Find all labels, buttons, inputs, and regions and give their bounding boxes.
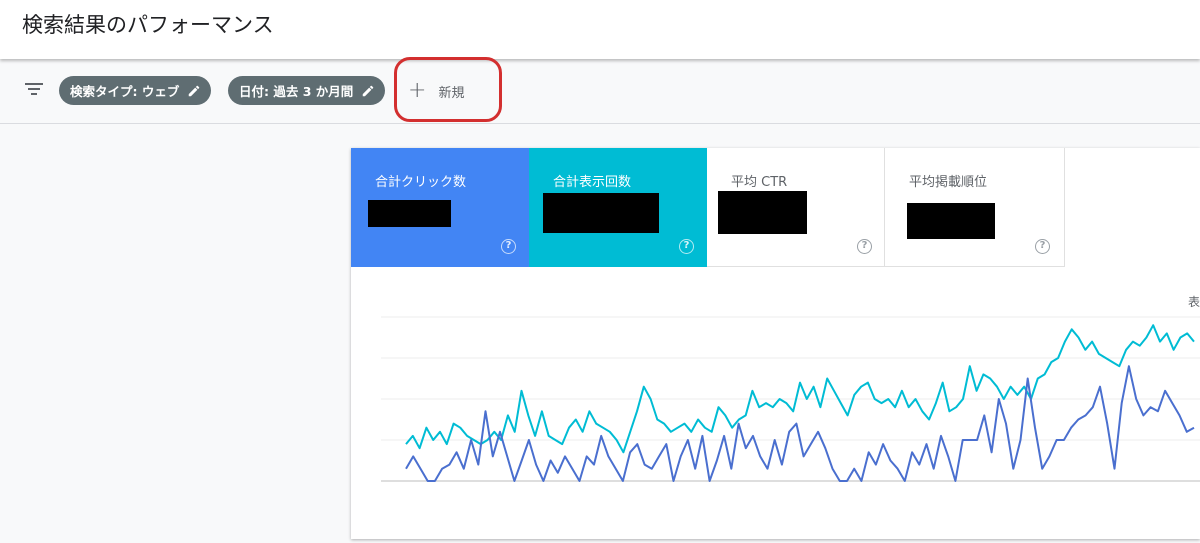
- metric-label: 合計クリック数: [375, 175, 467, 190]
- search-type-filter-chip[interactable]: 検索タイプ: ウェブ: [59, 76, 212, 105]
- metric-label: 平均掲載順位: [909, 175, 988, 190]
- date-filter-chip[interactable]: 日付: 過去 3 か月間: [228, 76, 386, 105]
- metric-average-ctr[interactable]: 平均 CTR ?: [707, 148, 885, 267]
- help-icon[interactable]: ?: [679, 239, 694, 254]
- redacted-value: [718, 191, 807, 234]
- metric-total-clicks[interactable]: 合計クリック数 ?: [351, 148, 529, 267]
- metric-total-impressions[interactable]: 合計表示回数 ?: [529, 148, 707, 267]
- help-icon[interactable]: ?: [1035, 239, 1050, 254]
- redacted-value: [368, 200, 451, 227]
- page-title: 検索結果のパフォーマンス: [22, 13, 274, 37]
- line-chart: [381, 316, 1200, 482]
- edit-icon[interactable]: [361, 84, 375, 98]
- page-header: 検索結果のパフォーマンス: [0, 0, 1200, 59]
- series-line-1: [405, 324, 1195, 454]
- help-icon[interactable]: ?: [857, 239, 872, 254]
- redacted-value: [907, 203, 995, 239]
- chart-legend-fragment: 表: [1187, 295, 1200, 309]
- performance-chart: 表: [351, 267, 1200, 539]
- highlight-annotation: [394, 57, 502, 122]
- help-icon[interactable]: ?: [501, 239, 516, 254]
- metric-label: 合計表示回数: [553, 175, 632, 190]
- metric-average-position[interactable]: 平均掲載順位 ?: [885, 148, 1065, 267]
- filter-icon[interactable]: [24, 81, 44, 97]
- edit-icon[interactable]: [187, 84, 201, 98]
- performance-card: 合計クリック数 ? 合計表示回数 ? 平均 CTR ? 平均掲載順位 ? 表: [351, 148, 1200, 539]
- chip-label: 検索タイプ: ウェブ: [70, 84, 180, 99]
- chip-label: 日付: 過去 3 か月間: [239, 84, 354, 99]
- metric-label: 平均 CTR: [731, 175, 788, 190]
- redacted-value: [543, 193, 659, 233]
- filter-bar: 検索タイプ: ウェブ 日付: 過去 3 か月間 + 新規: [0, 59, 1200, 124]
